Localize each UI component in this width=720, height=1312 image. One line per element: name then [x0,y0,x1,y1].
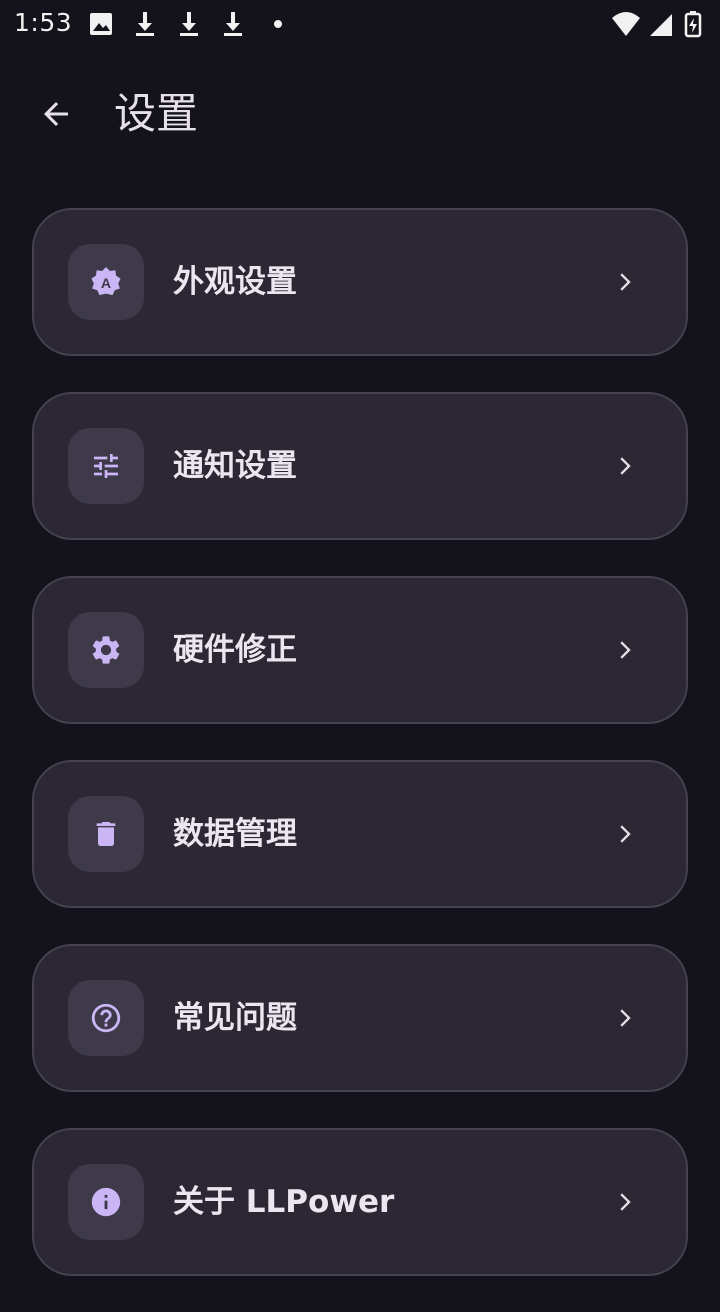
status-bar: 1:53 [0,0,720,48]
settings-list: A 外观设置 通知设置 硬件修正 数据管理 常见问题 关于 LLPower [32,208,688,1312]
arrow-left-icon [44,102,68,126]
settings-item-label: 通知设置 [173,448,297,484]
settings-item-faq[interactable]: 常见问题 [32,944,688,1092]
settings-item-notifications[interactable]: 通知设置 [32,392,688,540]
chevron-right-icon [610,450,642,482]
icon-container [68,1164,144,1240]
settings-item-label: 常见问题 [173,1000,297,1036]
chevron-right-icon [610,634,642,666]
chevron-right-icon [610,818,642,850]
download-icon [136,12,154,36]
app-bar: 设置 [0,66,720,162]
battery-charging-icon [684,11,702,38]
chevron-right-icon [610,1186,642,1218]
tune-sliders-icon [94,454,118,478]
trash-icon [96,822,116,846]
settings-item-label: 关于 LLPower [173,1184,395,1220]
settings-item-label: 数据管理 [173,816,297,852]
help-circle-icon [91,1003,121,1033]
settings-item-appearance[interactable]: A 外观设置 [32,208,688,356]
icon-container [68,980,144,1056]
svg-text:A: A [101,276,111,292]
download-icon [224,12,242,36]
appearance-icon: A [91,267,121,296]
dot-icon [274,20,282,28]
status-time: 1:53 [14,8,73,37]
cellular-signal-icon [650,14,672,36]
status-notification-icons [90,12,282,36]
back-button[interactable] [24,84,88,144]
chevron-right-icon [610,266,642,298]
settings-item-about[interactable]: 关于 LLPower [32,1128,688,1276]
status-system-icons [612,11,702,38]
chevron-right-icon [610,1002,642,1034]
image-icon [90,13,112,35]
settings-item-hardware[interactable]: 硬件修正 [32,576,688,724]
icon-container [68,796,144,872]
icon-container [68,428,144,504]
settings-item-label: 外观设置 [173,264,297,300]
settings-item-label: 硬件修正 [173,632,297,668]
settings-item-data[interactable]: 数据管理 [32,760,688,908]
info-icon [91,1187,121,1217]
icon-container [68,612,144,688]
wifi-icon [612,12,640,36]
gear-icon [92,636,120,664]
download-icon [180,12,198,36]
icon-container: A [68,244,144,320]
page-title: 设置 [114,89,199,138]
